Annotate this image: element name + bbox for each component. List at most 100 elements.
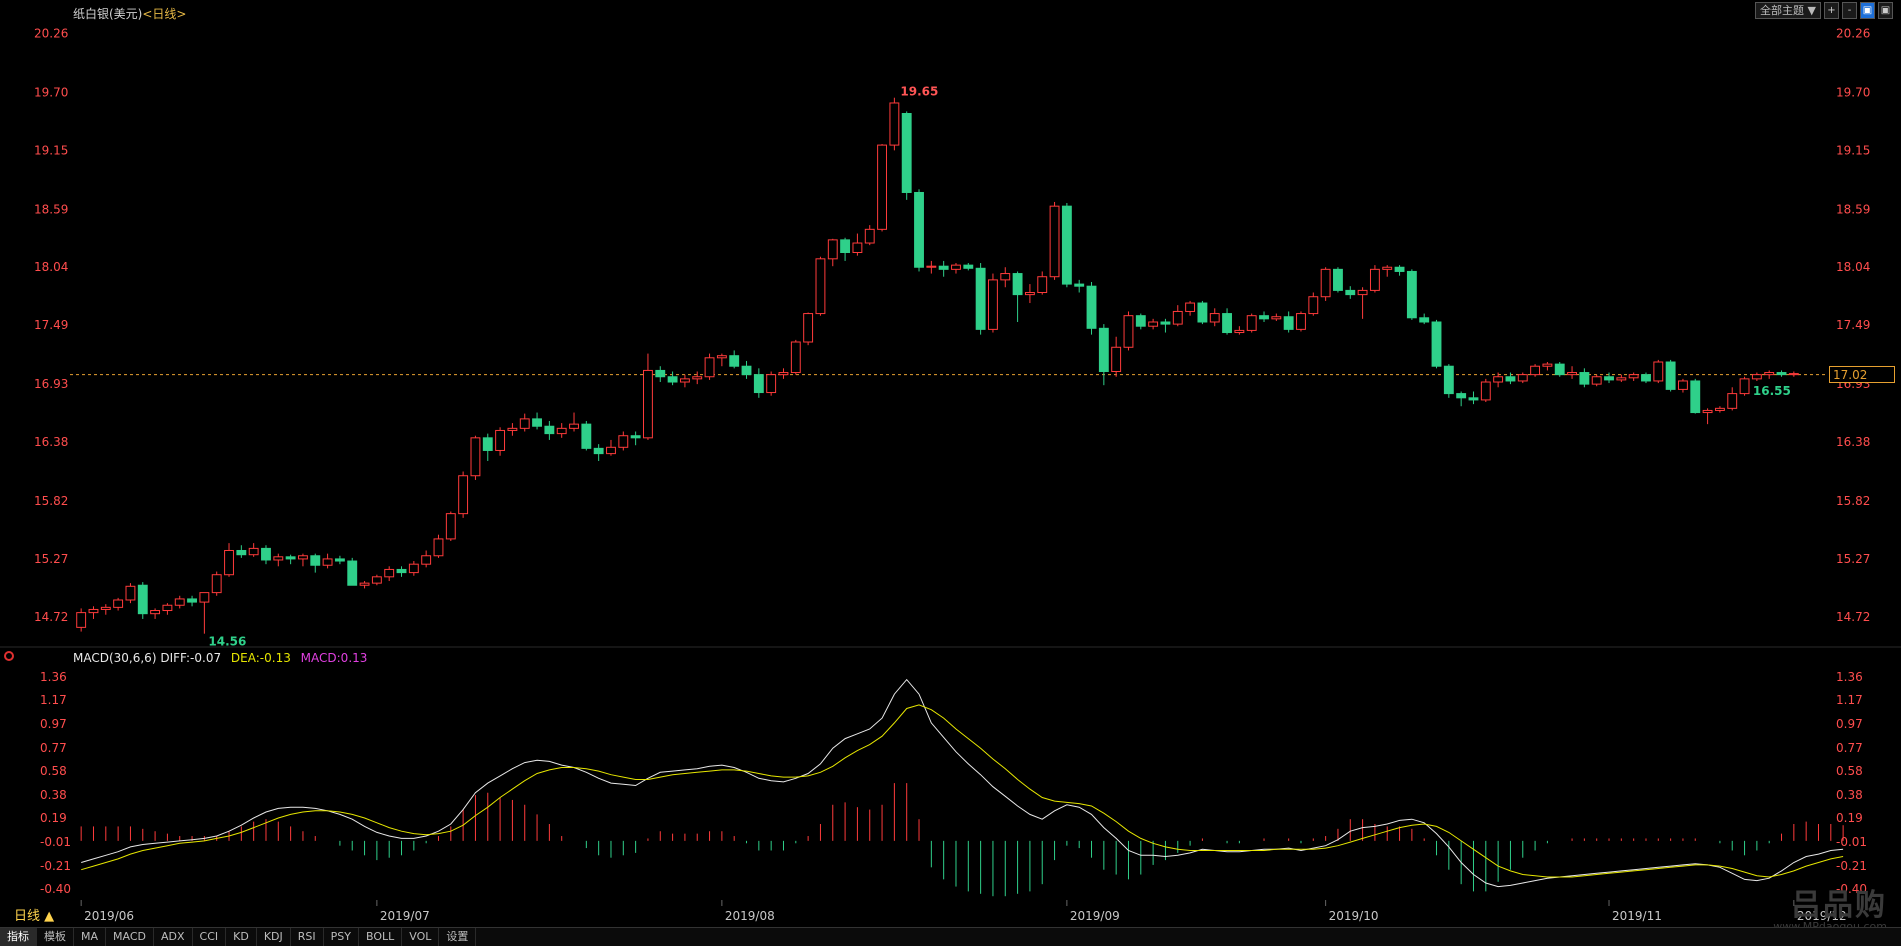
- candle[interactable]: [1714, 406, 1725, 413]
- candle[interactable]: [162, 603, 173, 615]
- candle[interactable]: [1308, 292, 1319, 316]
- candle[interactable]: [630, 431, 641, 446]
- candle[interactable]: [606, 439, 616, 456]
- candle[interactable]: [1283, 311, 1294, 333]
- tab-7[interactable]: KDJ: [257, 928, 291, 946]
- candle[interactable]: [495, 427, 506, 456]
- candle[interactable]: [1049, 201, 1060, 280]
- candle[interactable]: [1554, 362, 1565, 377]
- candle[interactable]: [1751, 372, 1762, 381]
- candle[interactable]: [679, 374, 690, 388]
- candle[interactable]: [581, 420, 592, 451]
- candle[interactable]: [199, 592, 210, 634]
- candle[interactable]: [224, 543, 234, 577]
- candle[interactable]: [926, 260, 937, 274]
- chart-canvas[interactable]: 20.26 20.26 19.70 19.70 19.15 19.15 18.59 18.59…: [0, 0, 1901, 945]
- candle[interactable]: [1074, 279, 1085, 293]
- candle[interactable]: [261, 545, 271, 565]
- macd-panel[interactable]: 1.36 1.36 1.17 1.17 0.97 0.97 0.77 0.77 0.58 0.58…: [40, 670, 1867, 897]
- candle[interactable]: [1296, 311, 1306, 332]
- tab-3[interactable]: MACD: [106, 928, 154, 946]
- candle[interactable]: [1111, 336, 1122, 377]
- candle[interactable]: [1530, 364, 1541, 377]
- candle[interactable]: [1579, 368, 1590, 388]
- tab-0[interactable]: 指标: [0, 928, 37, 946]
- candle[interactable]: [384, 566, 395, 582]
- candle[interactable]: [864, 225, 875, 246]
- candle[interactable]: [1382, 265, 1393, 277]
- candle[interactable]: [1468, 391, 1479, 405]
- candle[interactable]: [1234, 326, 1245, 335]
- candle[interactable]: [901, 111, 912, 200]
- candle[interactable]: [174, 595, 185, 609]
- candle[interactable]: [889, 97, 900, 151]
- tab-5[interactable]: CCI: [193, 928, 227, 946]
- period-indicator[interactable]: <日线>: [142, 7, 186, 21]
- candle[interactable]: [840, 237, 851, 261]
- candle[interactable]: [852, 233, 863, 256]
- candle[interactable]: [1135, 313, 1146, 330]
- candle[interactable]: [1616, 374, 1627, 383]
- candle[interactable]: [1246, 313, 1257, 333]
- candle[interactable]: [88, 606, 99, 619]
- candle[interactable]: [729, 350, 740, 369]
- candle[interactable]: [1160, 318, 1171, 333]
- candle[interactable]: [704, 353, 715, 380]
- candle[interactable]: [1665, 359, 1676, 392]
- candle[interactable]: [76, 608, 87, 632]
- candle[interactable]: [1369, 265, 1380, 293]
- candle[interactable]: [1086, 281, 1097, 335]
- candle[interactable]: [544, 420, 555, 440]
- window-icon[interactable]: ▣: [1878, 2, 1893, 19]
- layout-icon[interactable]: ▣: [1860, 2, 1875, 19]
- candle[interactable]: [1209, 308, 1220, 327]
- candle[interactable]: [1197, 300, 1208, 325]
- tab-8[interactable]: RSI: [291, 928, 324, 946]
- candle[interactable]: [1000, 267, 1011, 288]
- candle[interactable]: [421, 550, 432, 568]
- candle[interactable]: [692, 371, 703, 385]
- candle[interactable]: [1517, 372, 1528, 384]
- candle[interactable]: [914, 189, 924, 272]
- candle[interactable]: [766, 371, 777, 396]
- candle[interactable]: [470, 435, 481, 480]
- candle[interactable]: [371, 574, 382, 586]
- candle[interactable]: [975, 263, 986, 335]
- candle[interactable]: [150, 608, 161, 619]
- candle[interactable]: [593, 444, 604, 461]
- candle[interactable]: [741, 360, 752, 379]
- candle[interactable]: [1480, 378, 1491, 403]
- candle[interactable]: [298, 553, 308, 567]
- candle[interactable]: [310, 553, 321, 573]
- tab-2[interactable]: MA: [74, 928, 107, 946]
- candle[interactable]: [125, 583, 136, 604]
- candle[interactable]: [507, 423, 518, 436]
- candle[interactable]: [827, 238, 838, 267]
- candle[interactable]: [322, 553, 333, 569]
- theme-dropdown[interactable]: 全部主题 ▼: [1755, 2, 1821, 19]
- tab-11[interactable]: VOL: [402, 928, 440, 946]
- candle[interactable]: [334, 555, 345, 565]
- candle[interactable]: [1271, 313, 1282, 321]
- tab-10[interactable]: BOLL: [359, 928, 403, 946]
- candle[interactable]: [408, 561, 419, 576]
- candle[interactable]: [643, 353, 653, 440]
- candle[interactable]: [1419, 313, 1430, 325]
- candle[interactable]: [1542, 362, 1553, 371]
- candle[interactable]: [482, 433, 493, 461]
- candle[interactable]: [347, 557, 358, 586]
- candle[interactable]: [1443, 364, 1454, 398]
- candle[interactable]: [1591, 374, 1602, 387]
- candle[interactable]: [1604, 372, 1614, 384]
- candle[interactable]: [1493, 372, 1504, 388]
- candle[interactable]: [137, 582, 148, 619]
- candle[interactable]: [211, 571, 222, 596]
- candle[interactable]: [1653, 359, 1664, 384]
- candle[interactable]: [1406, 269, 1417, 320]
- period-switch[interactable]: 日线 ▲: [14, 905, 54, 924]
- candle[interactable]: [951, 263, 961, 274]
- candle[interactable]: [815, 256, 826, 316]
- candle[interactable]: [248, 543, 259, 557]
- candle[interactable]: [1394, 265, 1405, 276]
- candle[interactable]: [618, 431, 629, 451]
